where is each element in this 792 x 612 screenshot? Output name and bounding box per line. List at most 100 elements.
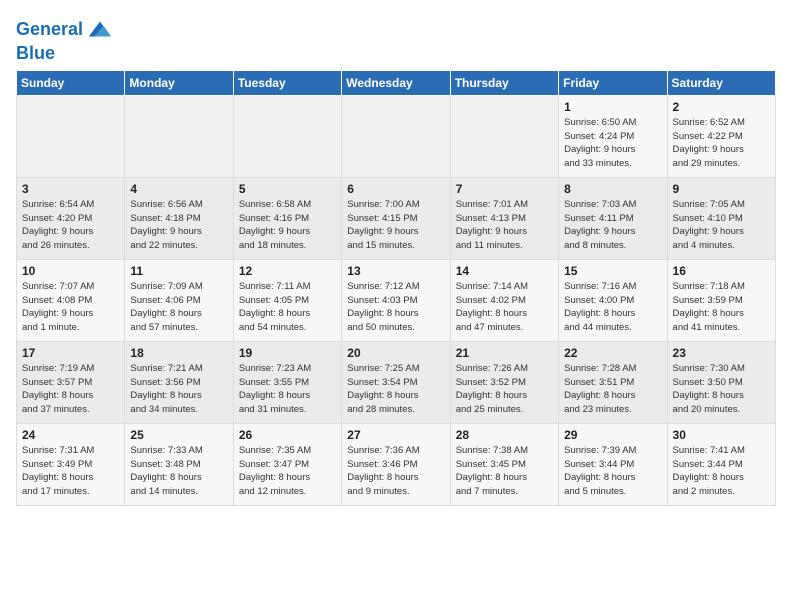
day-info: Sunrise: 7:07 AM Sunset: 4:08 PM Dayligh… xyxy=(22,280,119,335)
calendar-cell: 20 Sunrise: 7:25 AM Sunset: 3:54 PM Dayli… xyxy=(342,341,450,423)
day-number: 23 xyxy=(673,346,770,360)
day-number: 9 xyxy=(673,182,770,196)
calendar-cell: 9 Sunrise: 7:05 AM Sunset: 4:10 PM Daylig… xyxy=(667,177,775,259)
day-number: 26 xyxy=(239,428,336,442)
day-info: Sunrise: 7:14 AM Sunset: 4:02 PM Dayligh… xyxy=(456,280,553,335)
logo-text2: Blue xyxy=(16,44,113,64)
day-number: 6 xyxy=(347,182,444,196)
day-number: 12 xyxy=(239,264,336,278)
day-number: 25 xyxy=(130,428,227,442)
calendar-cell: 16 Sunrise: 7:18 AM Sunset: 3:59 PM Dayli… xyxy=(667,259,775,341)
day-number: 5 xyxy=(239,182,336,196)
calendar-cell: 22 Sunrise: 7:28 AM Sunset: 3:51 PM Dayli… xyxy=(559,341,667,423)
week-row-4: 17Sunrise: 7:19 AM Sunset: 3:57 PM Dayli… xyxy=(17,341,776,423)
calendar-table: SundayMondayTuesdayWednesdayThursdayFrid… xyxy=(16,70,776,506)
calendar-cell: 30Sunrise: 7:41 AM Sunset: 3:44 PM Dayli… xyxy=(667,423,775,505)
day-info: Sunrise: 7:09 AM Sunset: 4:06 PM Dayligh… xyxy=(130,280,227,335)
day-info: Sunrise: 7:18 AM Sunset: 3:59 PM Dayligh… xyxy=(673,280,770,335)
day-info: Sunrise: 7:16 AM Sunset: 4:00 PM Dayligh… xyxy=(564,280,661,335)
calendar-cell xyxy=(450,95,558,177)
logo-text: General xyxy=(16,20,83,40)
calendar-cell: 5 Sunrise: 6:58 AM Sunset: 4:16 PM Daylig… xyxy=(233,177,341,259)
calendar-cell xyxy=(342,95,450,177)
day-info: Sunrise: 7:05 AM Sunset: 4:10 PM Dayligh… xyxy=(673,198,770,253)
day-number: 13 xyxy=(347,264,444,278)
calendar-cell: 7 Sunrise: 7:01 AM Sunset: 4:13 PM Daylig… xyxy=(450,177,558,259)
day-number: 15 xyxy=(564,264,661,278)
logo: General Blue xyxy=(16,16,113,64)
day-info: Sunrise: 7:30 AM Sunset: 3:50 PM Dayligh… xyxy=(673,362,770,417)
calendar-cell: 1Sunrise: 6:50 AM Sunset: 4:24 PM Daylig… xyxy=(559,95,667,177)
day-info: Sunrise: 6:56 AM Sunset: 4:18 PM Dayligh… xyxy=(130,198,227,253)
day-number: 3 xyxy=(22,182,119,196)
week-row-5: 24 Sunrise: 7:31 AM Sunset: 3:49 PM Dayli… xyxy=(17,423,776,505)
day-number: 20 xyxy=(347,346,444,360)
calendar-cell: 29Sunrise: 7:39 AM Sunset: 3:44 PM Dayli… xyxy=(559,423,667,505)
day-number: 30 xyxy=(673,428,770,442)
day-info: Sunrise: 7:12 AM Sunset: 4:03 PM Dayligh… xyxy=(347,280,444,335)
day-info: Sunrise: 7:21 AM Sunset: 3:56 PM Dayligh… xyxy=(130,362,227,417)
day-info: Sunrise: 7:36 AM Sunset: 3:46 PM Dayligh… xyxy=(347,444,444,499)
calendar-cell xyxy=(125,95,233,177)
calendar-cell: 11 Sunrise: 7:09 AM Sunset: 4:06 PM Dayli… xyxy=(125,259,233,341)
day-number: 10 xyxy=(22,264,119,278)
calendar-cell: 26 Sunrise: 7:35 AM Sunset: 3:47 PM Dayli… xyxy=(233,423,341,505)
calendar-header: SundayMondayTuesdayWednesdayThursdayFrid… xyxy=(17,70,776,95)
calendar-cell: 6 Sunrise: 7:00 AM Sunset: 4:15 PM Daylig… xyxy=(342,177,450,259)
header-day-wednesday: Wednesday xyxy=(342,70,450,95)
page: General Blue SundayMondayTuesdayWednesda… xyxy=(0,0,792,514)
calendar-cell: 17Sunrise: 7:19 AM Sunset: 3:57 PM Dayli… xyxy=(17,341,125,423)
day-number: 4 xyxy=(130,182,227,196)
day-number: 14 xyxy=(456,264,553,278)
day-number: 1 xyxy=(564,100,661,114)
day-info: Sunrise: 6:58 AM Sunset: 4:16 PM Dayligh… xyxy=(239,198,336,253)
day-info: Sunrise: 7:11 AM Sunset: 4:05 PM Dayligh… xyxy=(239,280,336,335)
day-number: 16 xyxy=(673,264,770,278)
calendar-cell: 18 Sunrise: 7:21 AM Sunset: 3:56 PM Dayli… xyxy=(125,341,233,423)
day-number: 11 xyxy=(130,264,227,278)
calendar-cell: 8Sunrise: 7:03 AM Sunset: 4:11 PM Daylig… xyxy=(559,177,667,259)
day-info: Sunrise: 7:31 AM Sunset: 3:49 PM Dayligh… xyxy=(22,444,119,499)
day-number: 7 xyxy=(456,182,553,196)
header-day-monday: Monday xyxy=(125,70,233,95)
calendar-cell: 27Sunrise: 7:36 AM Sunset: 3:46 PM Dayli… xyxy=(342,423,450,505)
day-number: 24 xyxy=(22,428,119,442)
calendar-cell: 10 Sunrise: 7:07 AM Sunset: 4:08 PM Dayli… xyxy=(17,259,125,341)
day-info: Sunrise: 7:35 AM Sunset: 3:47 PM Dayligh… xyxy=(239,444,336,499)
calendar-cell: 13 Sunrise: 7:12 AM Sunset: 4:03 PM Dayli… xyxy=(342,259,450,341)
calendar-cell xyxy=(233,95,341,177)
calendar-cell: 12 Sunrise: 7:11 AM Sunset: 4:05 PM Dayli… xyxy=(233,259,341,341)
day-info: Sunrise: 7:25 AM Sunset: 3:54 PM Dayligh… xyxy=(347,362,444,417)
day-number: 29 xyxy=(564,428,661,442)
day-info: Sunrise: 7:33 AM Sunset: 3:48 PM Dayligh… xyxy=(130,444,227,499)
calendar-cell: 28 Sunrise: 7:38 AM Sunset: 3:45 PM Dayli… xyxy=(450,423,558,505)
day-number: 22 xyxy=(564,346,661,360)
day-number: 28 xyxy=(456,428,553,442)
calendar-cell xyxy=(17,95,125,177)
header: General Blue xyxy=(16,16,776,64)
day-number: 2 xyxy=(673,100,770,114)
calendar-cell: 2 Sunrise: 6:52 AM Sunset: 4:22 PM Daylig… xyxy=(667,95,775,177)
day-number: 18 xyxy=(130,346,227,360)
calendar-cell: 23 Sunrise: 7:30 AM Sunset: 3:50 PM Dayli… xyxy=(667,341,775,423)
calendar-cell: 3 Sunrise: 6:54 AM Sunset: 4:20 PM Daylig… xyxy=(17,177,125,259)
header-day-saturday: Saturday xyxy=(667,70,775,95)
calendar-cell: 14 Sunrise: 7:14 AM Sunset: 4:02 PM Dayli… xyxy=(450,259,558,341)
calendar-body: 1Sunrise: 6:50 AM Sunset: 4:24 PM Daylig… xyxy=(17,95,776,505)
day-info: Sunrise: 6:54 AM Sunset: 4:20 PM Dayligh… xyxy=(22,198,119,253)
day-info: Sunrise: 7:26 AM Sunset: 3:52 PM Dayligh… xyxy=(456,362,553,417)
calendar-cell: 24 Sunrise: 7:31 AM Sunset: 3:49 PM Dayli… xyxy=(17,423,125,505)
day-info: Sunrise: 7:38 AM Sunset: 3:45 PM Dayligh… xyxy=(456,444,553,499)
day-info: Sunrise: 6:52 AM Sunset: 4:22 PM Dayligh… xyxy=(673,116,770,171)
logo-icon xyxy=(85,16,113,44)
week-row-1: 1Sunrise: 6:50 AM Sunset: 4:24 PM Daylig… xyxy=(17,95,776,177)
header-row: SundayMondayTuesdayWednesdayThursdayFrid… xyxy=(17,70,776,95)
day-info: Sunrise: 7:28 AM Sunset: 3:51 PM Dayligh… xyxy=(564,362,661,417)
day-info: Sunrise: 7:01 AM Sunset: 4:13 PM Dayligh… xyxy=(456,198,553,253)
calendar-cell: 19Sunrise: 7:23 AM Sunset: 3:55 PM Dayli… xyxy=(233,341,341,423)
day-info: Sunrise: 7:00 AM Sunset: 4:15 PM Dayligh… xyxy=(347,198,444,253)
day-info: Sunrise: 7:03 AM Sunset: 4:11 PM Dayligh… xyxy=(564,198,661,253)
calendar-cell: 4 Sunrise: 6:56 AM Sunset: 4:18 PM Daylig… xyxy=(125,177,233,259)
week-row-2: 3 Sunrise: 6:54 AM Sunset: 4:20 PM Daylig… xyxy=(17,177,776,259)
day-number: 19 xyxy=(239,346,336,360)
